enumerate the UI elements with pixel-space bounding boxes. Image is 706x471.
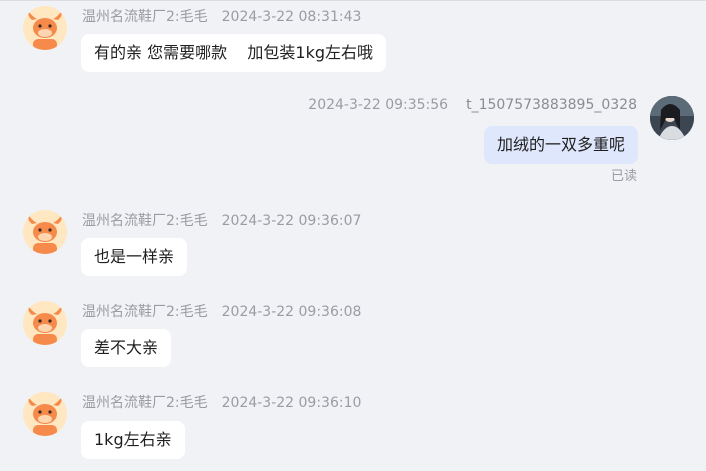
message-timestamp: 2024-3-22 09:36:08 bbox=[221, 304, 362, 320]
message-meta: 温州名流鞋厂2:毛毛 2024-3-22 09:36:07 bbox=[82, 210, 361, 230]
message-bubble[interactable]: 差不大亲 bbox=[81, 329, 172, 367]
message-bubble[interactable]: 加绒的一双多重呢 bbox=[483, 126, 638, 164]
message-timestamp: 2024-3-22 08:31:43 bbox=[221, 9, 362, 25]
message-timestamp: 2024-3-22 09:35:56 bbox=[308, 97, 449, 113]
message-meta: 温州名流鞋厂2:毛毛 2024-3-22 09:36:08 bbox=[82, 301, 361, 321]
message-bubble[interactable]: 有的亲 您需要哪款 加包装1kg左右哦 bbox=[81, 34, 387, 72]
bull-mascot-avatar-icon[interactable] bbox=[23, 392, 67, 436]
message-meta: 温州名流鞋厂2:毛毛 2024-3-22 09:36:10 bbox=[82, 392, 361, 412]
sender-name: 温州名流鞋厂2:毛毛 bbox=[82, 304, 208, 320]
sender-name: 温州名流鞋厂2:毛毛 bbox=[82, 9, 208, 25]
message-meta: 2024-3-22 09:35:56 t_1507573883895_0328 bbox=[308, 97, 637, 113]
message-bubble[interactable]: 1kg左右亲 bbox=[81, 421, 185, 459]
bull-mascot-avatar-icon[interactable] bbox=[23, 6, 67, 50]
sender-name: 温州名流鞋厂2:毛毛 bbox=[82, 395, 208, 411]
sender-name: 温州名流鞋厂2:毛毛 bbox=[82, 213, 208, 229]
bull-mascot-avatar-icon[interactable] bbox=[23, 210, 67, 254]
message-timestamp: 2024-3-22 09:36:10 bbox=[221, 395, 362, 411]
sender-name: t_1507573883895_0328 bbox=[466, 97, 637, 113]
message-meta: 温州名流鞋厂2:毛毛 2024-3-22 08:31:43 bbox=[82, 6, 361, 26]
user-photo-avatar-icon[interactable] bbox=[650, 96, 694, 140]
message-timestamp: 2024-3-22 09:36:07 bbox=[221, 213, 362, 229]
read-status: 已读 bbox=[610, 169, 637, 184]
bull-mascot-avatar-icon[interactable] bbox=[23, 301, 67, 345]
message-bubble[interactable]: 也是一样亲 bbox=[81, 238, 188, 276]
top-divider bbox=[0, 0, 706, 1]
